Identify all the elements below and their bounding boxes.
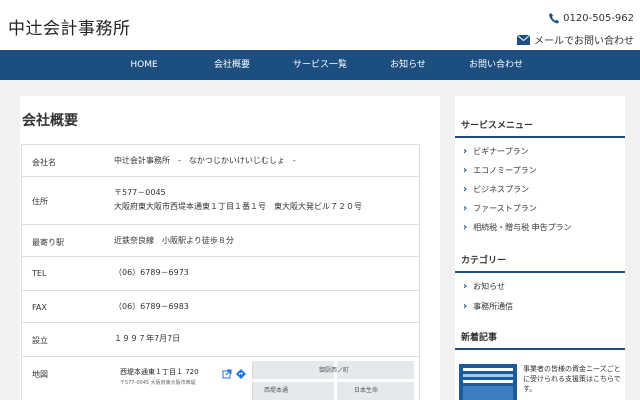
table-row: 最寄り駅 近鉄奈良線 小阪駅より徒歩８分 xyxy=(21,225,420,257)
map-road xyxy=(244,379,414,382)
service-menu-heading: サービスメニュー xyxy=(455,116,625,138)
header-contact: 0120-505-962 メールでお問い合わせ xyxy=(517,10,634,48)
mail-icon xyxy=(517,34,530,45)
phone-icon xyxy=(549,13,560,24)
global-nav: HOME 会社概要 サービス一覧 お知らせ お問い合わせ xyxy=(0,50,640,80)
row-value: 近鉄奈良線 小阪駅より徒歩８分 xyxy=(114,236,234,245)
nav-news[interactable]: お知らせ xyxy=(390,50,426,80)
news-thumbnail[interactable] xyxy=(459,364,517,400)
row-value: 〒577－0045 xyxy=(114,188,166,197)
thumb-line xyxy=(463,380,513,383)
row-value: （06）6789－6973 xyxy=(114,268,189,277)
embedded-map[interactable]: 御厨西ノ町 西堤本通 日本生命 西堤本通東１丁目１ 720 〒577-0045 … xyxy=(114,361,414,400)
nav-contact[interactable]: お問い合わせ xyxy=(469,50,523,80)
sidebar-item-inheritance[interactable]: 相続税・贈与税 申告プラン xyxy=(463,222,572,233)
phone-number: 0120-505-962 xyxy=(563,13,634,24)
sidebar-category-newsletter[interactable]: 事務所通信 xyxy=(463,301,513,312)
mail-link[interactable]: メールでお問い合わせ xyxy=(517,31,634,48)
page-title: 会社概要 xyxy=(22,113,78,129)
map-place-label: 西堤本通 xyxy=(264,387,289,394)
map-place-label: 日本生命 xyxy=(354,387,379,394)
sidebar: サービスメニュー ビギナープラン エコノミープラン ビジネスプラン ファーストプ… xyxy=(455,96,625,400)
map-place-label: 御厨西ノ町 xyxy=(319,367,350,374)
table-row: FAX （06）6789－6983 xyxy=(21,291,420,323)
row-value: 中辻会計事務所 - なかつじかいけいじむしょ - xyxy=(114,156,296,165)
main-content: 会社概要 会社名 中辻会計事務所 - なかつじかいけいじむしょ - 住所 〒57… xyxy=(20,96,440,400)
sidebar-item-business[interactable]: ビジネスプラン xyxy=(463,184,529,195)
site-header: 中辻会計事務所 0120-505-962 メールでお問い合わせ xyxy=(0,0,640,50)
sidebar-category-news[interactable]: お知らせ xyxy=(463,281,505,292)
row-label: 住所 xyxy=(32,197,48,206)
nav-services[interactable]: サービス一覧 xyxy=(293,50,347,80)
directions-icon[interactable] xyxy=(236,369,246,379)
news-title[interactable]: 事業者の皆様の資金ニーズごとに受けられる支援策はこちらです。 xyxy=(523,364,623,394)
map-card-title: 西堤本通東１丁目１ 720 xyxy=(120,368,199,376)
table-row: 地図 御厨西ノ町 西堤本通 日本生命 西堤本通東１丁目１ 720 〒577-00… xyxy=(21,357,420,400)
thumb-block xyxy=(463,386,513,400)
table-row: 設立 １９９７年7月7日 xyxy=(21,323,420,357)
nav-home[interactable]: HOME xyxy=(130,50,157,80)
row-label: 最寄り駅 xyxy=(32,238,64,247)
map-info-card: 西堤本通東１丁目１ 720 〒577-0045 大阪府東大阪市西堤 xyxy=(114,361,252,400)
row-label: 設立 xyxy=(32,336,48,345)
thumb-line xyxy=(463,368,513,371)
mail-label: メールでお問い合わせ xyxy=(534,36,634,47)
site-logo[interactable]: 中辻会計事務所 xyxy=(8,14,131,39)
row-label: TEL xyxy=(32,269,47,278)
row-value: １９９７年7月7日 xyxy=(114,334,181,343)
map-card-address: 〒577-0045 大阪府東大阪市西堤 xyxy=(120,380,196,386)
row-label: 会社名 xyxy=(32,158,56,167)
sidebar-item-beginner[interactable]: ビギナープラン xyxy=(463,146,529,157)
company-info-table: 会社名 中辻会計事務所 - なかつじかいけいじむしょ - 住所 〒577－004… xyxy=(21,144,420,400)
recent-posts-heading: 新着記事 xyxy=(455,328,625,350)
row-label: 地図 xyxy=(32,370,48,379)
phone-link[interactable]: 0120-505-962 xyxy=(517,10,634,27)
thumb-line xyxy=(463,374,513,377)
table-row: 会社名 中辻会計事務所 - なかつじかいけいじむしょ - xyxy=(21,145,420,177)
table-row: 住所 〒577－0045 大阪府東大阪市西堤本通東１丁目１番１号 東大阪大発ビル… xyxy=(21,177,420,225)
nav-company[interactable]: 会社概要 xyxy=(214,50,250,80)
category-heading: カテゴリー xyxy=(455,251,625,273)
open-in-maps-icon[interactable] xyxy=(222,369,232,379)
row-value: （06）6789－6983 xyxy=(114,302,189,311)
sidebar-item-first[interactable]: ファーストプラン xyxy=(463,203,537,214)
table-row: TEL （06）6789－6973 xyxy=(21,257,420,291)
sidebar-item-economy[interactable]: エコノミープラン xyxy=(463,165,537,176)
row-label: FAX xyxy=(32,303,47,312)
row-value-line2: 大阪府東大阪市西堤本通東１丁目１番１号 東大阪大発ビル７２０号 xyxy=(114,202,362,211)
